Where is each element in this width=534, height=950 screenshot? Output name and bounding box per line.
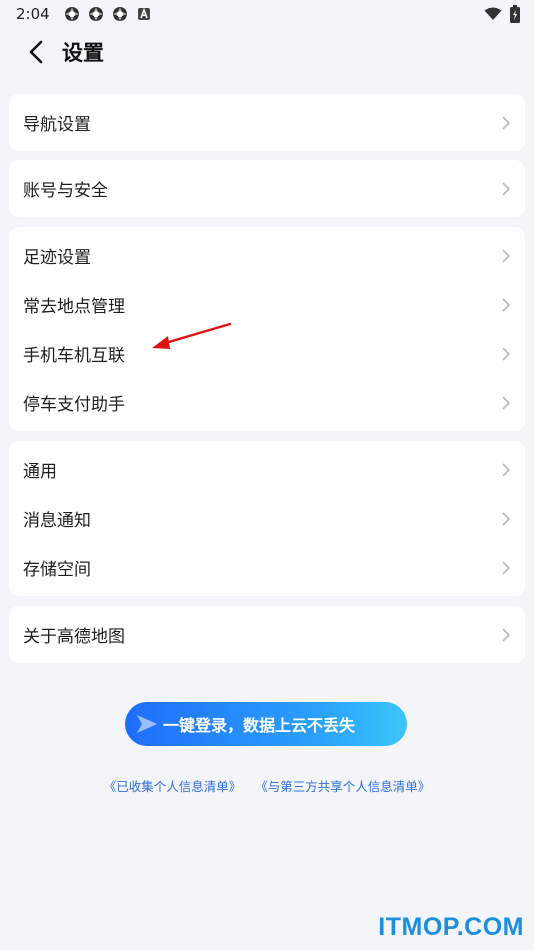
app-notification-icon [88,7,103,21]
settings-item-storage[interactable]: 存储空间 [9,543,525,592]
back-button[interactable] [14,30,58,74]
status-bar: 2:04 [0,0,534,28]
settings-item-label: 导航设置 [23,115,91,135]
watermark: ITMOP.COM [378,913,524,941]
chevron-right-icon [502,627,511,642]
settings-item-label: 停车支付助手 [23,395,125,415]
settings-item-car-link[interactable]: 手机车机互联 [9,329,525,378]
navigation-arrow-icon [137,715,157,733]
header: 设置 [0,30,534,74]
page-title: 设置 [62,41,104,65]
app-notification-icon [112,7,127,21]
settings-item-label: 通用 [23,462,57,482]
settings-card-general: 通用 消息通知 存储空间 [9,441,525,596]
settings-item-label: 常去地点管理 [23,297,125,317]
chevron-right-icon [502,560,511,575]
chevron-right-icon [502,115,511,130]
settings-item-label: 存储空间 [23,560,91,580]
status-notification-icons [64,6,152,22]
app-notification-icon [64,7,79,21]
privacy-links: 《已收集个人信息清单》 《与第三方共享个人信息清单》 [0,776,534,795]
chevron-right-icon [502,462,511,477]
chevron-right-icon [502,248,511,263]
red-arrow-icon [152,322,232,349]
settings-item-label: 消息通知 [23,511,91,531]
settings-card-navigation: 导航设置 [9,94,525,151]
a-notification-icon [137,7,150,20]
settings-card-account: 账号与安全 [9,160,525,217]
chevron-right-icon [502,346,511,361]
status-right-icons [484,5,520,23]
settings-item-general[interactable]: 通用 [9,445,525,494]
settings-item-navigation[interactable]: 导航设置 [9,98,525,147]
settings-item-account-security[interactable]: 账号与安全 [9,164,525,213]
chevron-right-icon [502,511,511,526]
settings-item-frequent-places[interactable]: 常去地点管理 [9,280,525,329]
settings-item-label: 账号与安全 [23,181,108,201]
collected-info-link[interactable]: 《已收集个人信息清单》 [104,776,242,795]
chevron-right-icon [502,395,511,410]
chevron-right-icon [502,297,511,312]
login-button-label: 一键登录，数据上云不丢失 [163,716,356,735]
shared-info-link[interactable]: 《与第三方共享个人信息清单》 [255,776,430,795]
wifi-icon [484,7,502,20]
settings-item-label: 关于高德地图 [23,627,125,647]
settings-item-label: 手机车机互联 [23,346,125,366]
settings-card-places: 足迹设置 常去地点管理 手机车机互联 停车支付助手 [9,227,525,431]
status-time: 2:04 [16,5,50,23]
battery-icon [510,5,520,23]
chevron-left-icon [29,40,43,64]
settings-card-about: 关于高德地图 [9,606,525,663]
one-tap-login-button[interactable]: 一键登录，数据上云不丢失 [125,702,407,746]
settings-item-about[interactable]: 关于高德地图 [9,610,525,659]
settings-item-label: 足迹设置 [23,248,91,268]
settings-item-notifications[interactable]: 消息通知 [9,494,525,543]
settings-item-parking-pay[interactable]: 停车支付助手 [9,378,525,427]
chevron-right-icon [502,181,511,196]
settings-item-footprint[interactable]: 足迹设置 [9,231,525,280]
